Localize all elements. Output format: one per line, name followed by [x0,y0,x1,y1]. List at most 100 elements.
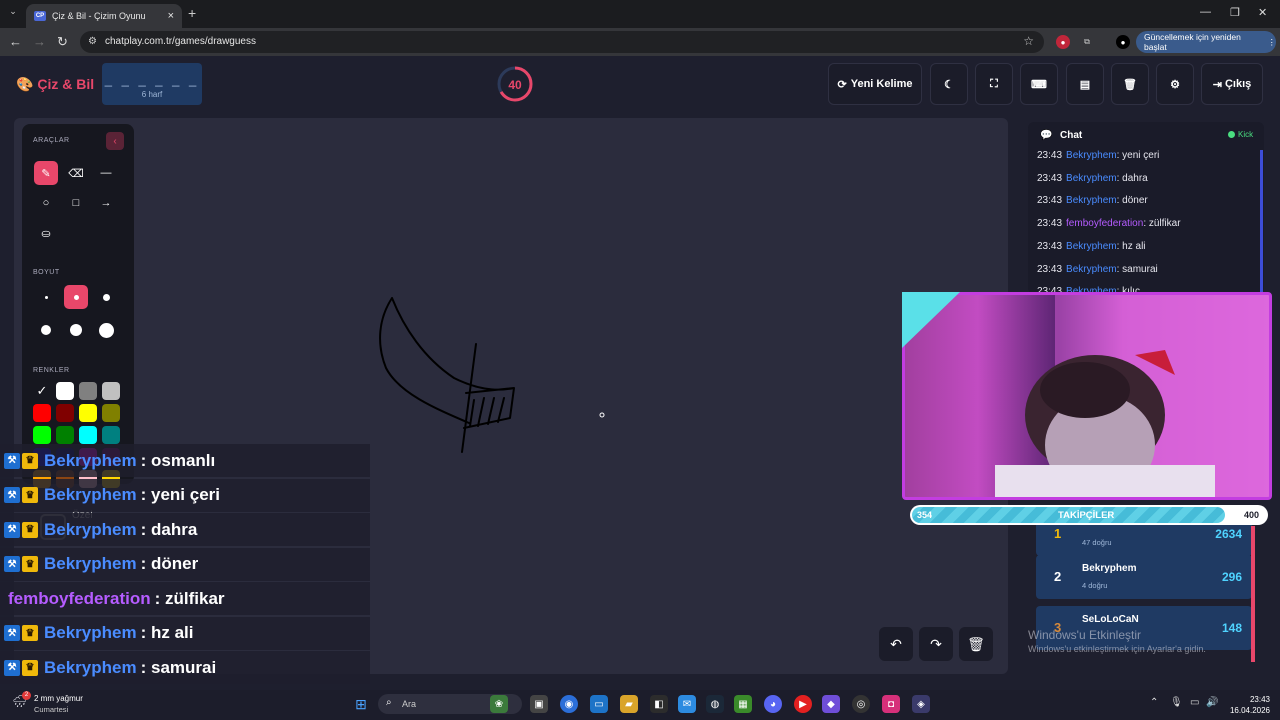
minecraft-icon[interactable]: ▦ [734,695,752,713]
close-window-icon[interactable]: ✕ [1258,6,1267,19]
maximize-icon[interactable]: ❐ [1230,6,1240,19]
trash-icon: 🗑 [967,635,985,652]
chat-scrollbar[interactable] [1260,150,1263,292]
new-word-button[interactable]: ⟳ Yeni Kelime [828,63,922,105]
selected-check-icon[interactable]: ✓ [33,382,51,400]
reload-icon[interactable]: ↻ [57,34,68,50]
clear-canvas-button[interactable]: 🗑 [959,627,993,661]
line-icon: — [100,167,112,179]
color-swatch[interactable] [79,426,97,444]
steam-icon[interactable]: ◍ [706,695,724,713]
obs-icon[interactable]: ◎ [852,695,870,713]
instagram-icon[interactable]: ◘ [882,695,900,713]
fill-bucket-icon: ⛀ [41,227,51,240]
dark-mode-button[interactable]: ☾ [930,63,968,105]
message-user[interactable]: Bekryphem [1066,195,1117,206]
eraser-tool[interactable]: ⌫ [64,161,88,185]
task-view-icon[interactable]: ▣ [530,695,548,713]
start-windows-icon[interactable]: ⊞ [352,695,370,713]
size-2[interactable] [64,285,88,309]
media-player-icon[interactable]: ▶ [794,695,812,713]
new-tab-icon[interactable]: + [188,5,196,21]
leaderboard-scrollbar[interactable] [1251,526,1255,662]
clear-button[interactable]: 🗑 [1111,63,1149,105]
volume-icon[interactable]: 🔊 [1206,697,1218,708]
url-input[interactable]: ⚙ chatplay.com.tr/games/drawguess ☆ [80,31,1044,53]
exit-label: Çıkış [1224,78,1252,90]
close-tab-icon[interactable]: × [168,10,174,22]
collapse-panel-button[interactable]: ‹ [106,132,124,150]
browser-tab[interactable]: CP Çiz & Bil - Çizim Oyunu × [26,4,182,28]
store-icon[interactable]: ◧ [650,695,668,713]
settings-button[interactable]: ⚙ [1156,63,1194,105]
overlay-username: Bekryphem [44,657,137,677]
color-swatch[interactable] [79,382,97,400]
overlay-message-text: : döner [140,554,199,573]
redo-button[interactable]: ↷ [919,627,953,661]
profile-avatar[interactable]: ● [1116,35,1130,49]
site-info-icon[interactable]: ⚙ [88,36,97,47]
microphone-icon[interactable]: 🎙 [1170,697,1183,708]
monitor-icon[interactable]: ▭ [590,695,608,713]
circle-tool[interactable]: ○ [34,191,58,215]
color-swatch[interactable] [102,404,120,422]
teams-icon[interactable]: ◆ [822,695,840,713]
user-badges: ⚒ ♛ [4,659,40,676]
exit-button[interactable]: ⇥ Çıkış [1201,63,1263,105]
keyboard-button[interactable]: ⌨ [1020,63,1058,105]
extensions-puzzle-icon[interactable]: ⧉ [1080,35,1094,49]
message-user[interactable]: Bekryphem [1066,150,1117,161]
color-swatch[interactable] [33,404,51,422]
color-swatch[interactable] [56,404,74,422]
clock-date: 16.04.2026 [1229,706,1270,715]
overlay-message-text: : dahra [140,519,198,539]
minimize-icon[interactable]: — [1200,6,1211,18]
undo-button[interactable]: ↶ [879,627,913,661]
size-dot [73,294,79,300]
size-dot [41,325,51,335]
app-icon[interactable]: ◈ [912,695,930,713]
color-swatch[interactable] [102,382,120,400]
color-swatch[interactable] [56,382,74,400]
back-icon[interactable]: ← [9,34,22,49]
app-logo[interactable]: 🎨 Çiz & Bil [16,76,94,93]
tray-expand-icon[interactable]: ⌃ [1150,697,1158,708]
line-tool[interactable]: — [94,161,118,185]
size-6[interactable] [94,318,118,342]
size-5[interactable] [64,318,88,342]
discord-icon[interactable]: ◕ [764,695,782,713]
rectangle-tool[interactable]: □ [64,191,88,215]
size-1[interactable] [34,285,58,309]
browser-menu-icon[interactable]: ⋮ [1268,37,1277,48]
overlay-username: Bekryphem [44,554,137,573]
color-swatch[interactable] [102,426,120,444]
search-highlight-icon: ❀ [490,695,508,713]
color-swatch[interactable] [33,426,51,444]
moderator-badge-icon: ⚒ [4,625,20,641]
chat-message: 23:43 Bekryphem: yeni çeri [1037,150,1159,161]
size-4[interactable] [34,318,58,342]
mail-icon[interactable]: ✉ [678,695,696,713]
message-user[interactable]: femboyfederation [1066,218,1143,229]
message-user[interactable]: Bekryphem [1066,241,1117,252]
message-user[interactable]: Bekryphem [1066,173,1117,184]
tab-search-icon[interactable]: ⌄ [6,6,20,20]
forward-icon[interactable]: → [33,34,46,49]
arrow-tool[interactable]: → [94,191,118,215]
bookmark-star-icon[interactable]: ☆ [1023,34,1034,48]
color-swatch[interactable] [56,426,74,444]
pen-tool[interactable]: ✎ [34,161,58,185]
taskbar-clock[interactable]: 23:43 16.04.2026 [1226,694,1270,716]
word-hint-box: _ _ _ _ _ _ 6 harf [102,63,202,105]
fullscreen-button[interactable]: ⛶ [975,63,1013,105]
fill-tool[interactable]: ⛀ [34,221,58,245]
extension-icon[interactable]: ● [1056,35,1070,49]
chrome-icon[interactable]: ◉ [560,695,578,713]
network-icon[interactable]: ▭ [1190,697,1199,708]
message-user[interactable]: Bekryphem [1066,264,1117,275]
size-3[interactable] [94,285,118,309]
file-explorer-icon[interactable]: ▰ [620,695,638,713]
update-relaunch-button[interactable]: Güncellemek için yeniden başlat ⋮ [1136,31,1276,53]
color-swatch[interactable] [79,404,97,422]
archive-button[interactable]: ▤ [1066,63,1104,105]
